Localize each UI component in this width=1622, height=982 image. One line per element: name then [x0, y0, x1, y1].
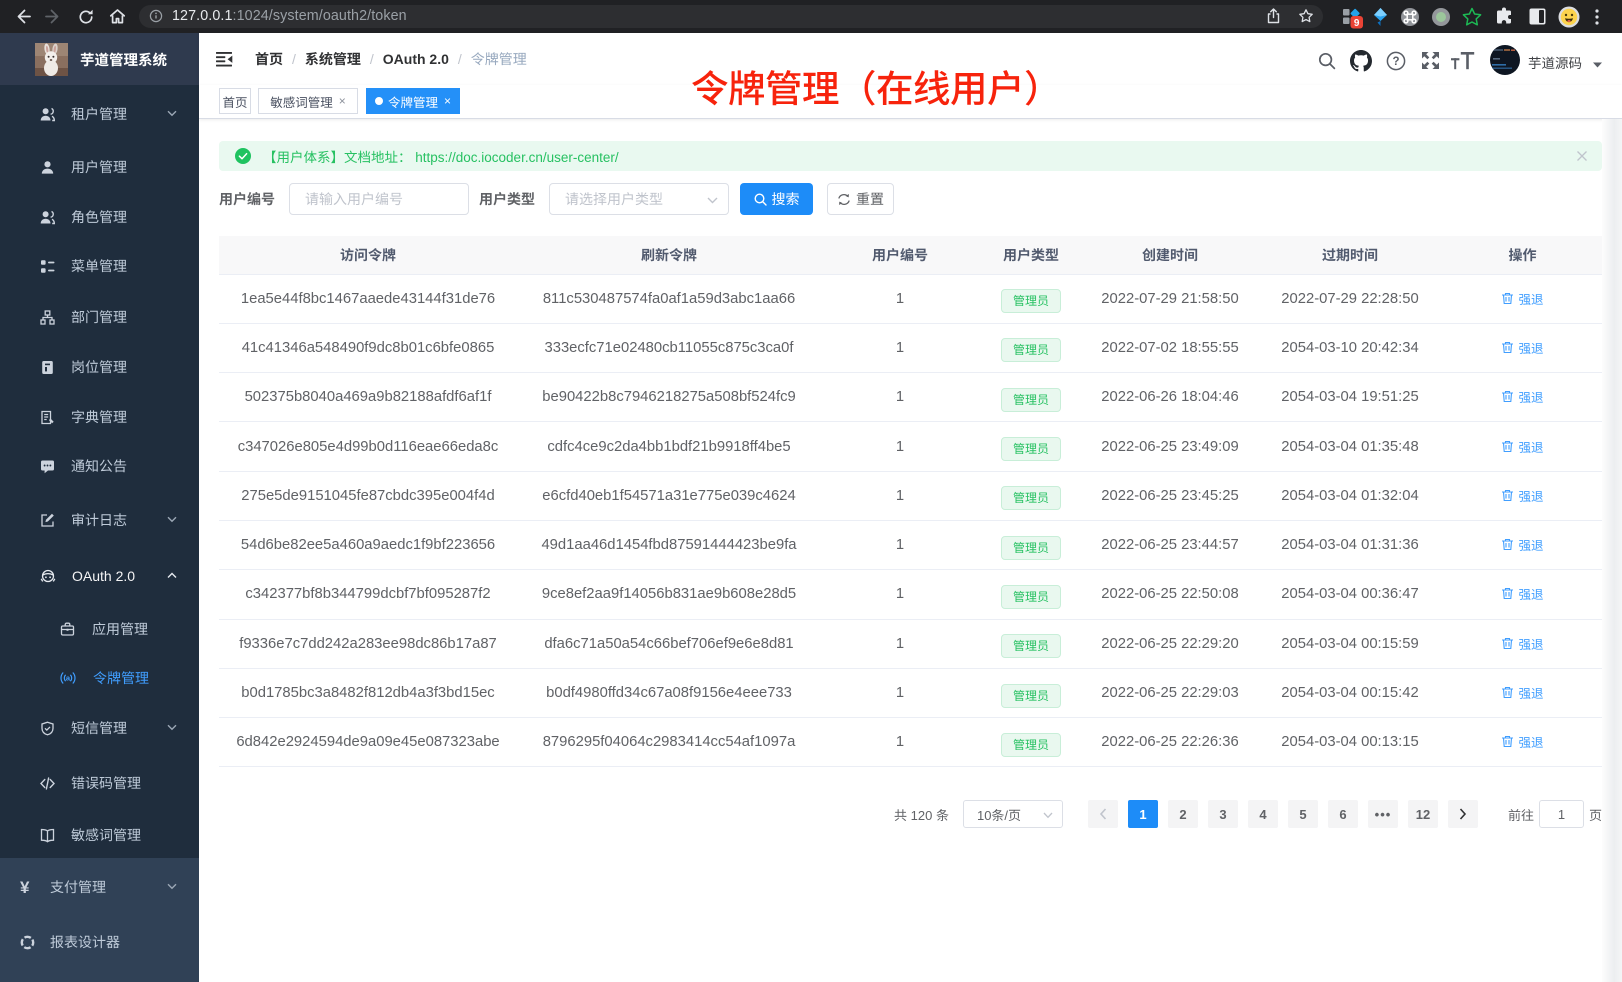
svg-text:a: a: [66, 674, 71, 683]
svg-text:?: ?: [1392, 56, 1399, 68]
svg-text:9: 9: [1354, 18, 1360, 29]
